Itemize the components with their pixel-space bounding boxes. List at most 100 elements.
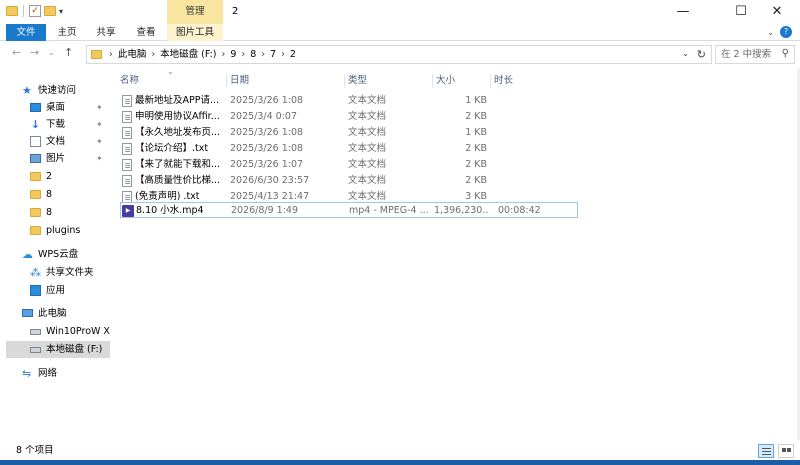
file-type: 文本文档	[348, 159, 387, 170]
column-divider[interactable]	[490, 74, 491, 88]
details-view-button[interactable]	[758, 444, 774, 458]
breadcrumb-2[interactable]: 2	[287, 46, 299, 63]
drive-icon	[30, 347, 41, 353]
breadcrumb-9[interactable]: 9	[227, 46, 239, 63]
tab-picture-tools[interactable]: 图片工具	[167, 24, 223, 41]
file-date: 2025/3/26 1:08	[230, 143, 304, 154]
help-icon[interactable]: ?	[780, 26, 792, 38]
sidebar-item-local-disk-f[interactable]: 本地磁盘 (F:)	[6, 341, 110, 358]
search-box[interactable]: 在 2 中搜索 ⚲	[715, 45, 795, 64]
column-divider[interactable]	[226, 74, 227, 88]
share-icon: ⁂	[30, 266, 41, 279]
file-row[interactable]: 【来了就能下载和... 2025/3/26 1:07 文本文档 2 KB	[120, 157, 578, 173]
tab-view[interactable]: 查看	[128, 24, 164, 41]
sidebar-item-documents[interactable]: 文档 ✦	[6, 133, 110, 150]
file-size: 2 KB	[465, 111, 487, 122]
sidebar-item-label: WPS云盘	[38, 249, 79, 260]
star-icon: ★	[22, 84, 32, 97]
file-row[interactable]: 【高质量性价比梯... 2026/6/30 23:57 文本文档 2 KB	[120, 173, 578, 189]
file-row[interactable]: 【永久地址发布页... 2025/3/26 1:08 文本文档 1 KB	[120, 125, 578, 141]
breadcrumb-separator-icon[interactable]: ›	[239, 46, 247, 63]
column-divider[interactable]	[344, 74, 345, 88]
sidebar-item-shared-folder[interactable]: ⁂ 共享文件夹	[6, 264, 110, 281]
sidebar-item-this-pc[interactable]: 此电脑	[6, 305, 110, 322]
breadcrumb-separator-icon[interactable]: ›	[107, 46, 115, 63]
sidebar-item-label: 应用	[46, 285, 66, 296]
download-icon: ↓	[30, 118, 41, 131]
file-list: ⌄ 名称 日期 类型 大小 时长 最新地址及APP请... 2025/3/26 …	[110, 67, 800, 440]
file-name: 申明使用协议Affir...	[135, 111, 220, 122]
breadcrumb-separator-icon[interactable]: ›	[149, 46, 157, 63]
minimize-button[interactable]: —	[660, 0, 706, 24]
file-type: 文本文档	[348, 95, 387, 106]
breadcrumb-drive-f[interactable]: 本地磁盘 (F:)	[157, 46, 219, 63]
sidebar-item-label: 网络	[38, 368, 58, 379]
file-date: 2025/3/26 1:07	[230, 159, 304, 170]
file-size: 2 KB	[465, 143, 487, 154]
file-row[interactable]: 【论坛介绍】.txt 2025/3/26 1:08 文本文档 2 KB	[120, 141, 578, 157]
sidebar-item-desktop[interactable]: 桌面 ✦	[6, 99, 110, 116]
folder-icon[interactable]	[6, 6, 18, 16]
file-row[interactable]: 申明使用协议Affir... 2025/3/4 0:07 文本文档 2 KB	[120, 109, 578, 125]
file-name: 8.10 小水.mp4	[136, 205, 204, 216]
expand-ribbon-icon[interactable]: ⌄	[767, 28, 774, 37]
breadcrumb-this-pc[interactable]: 此电脑	[115, 46, 150, 63]
back-button[interactable]: ←	[12, 46, 21, 59]
sidebar-item-wps-cloud[interactable]: ☁ WPS云盘	[6, 246, 110, 263]
breadcrumb-7[interactable]: 7	[267, 46, 279, 63]
sidebar-item-downloads[interactable]: ↓ 下载 ✦	[6, 116, 110, 133]
quick-access-toolbar: ✓ ▾	[6, 5, 63, 17]
sidebar-item-win10-drive[interactable]: Win10ProW X	[6, 323, 110, 340]
new-folder-icon[interactable]	[44, 6, 56, 16]
search-icon[interactable]: ⚲	[782, 48, 789, 59]
file-size: 1 KB	[465, 95, 487, 106]
forward-button[interactable]: →	[30, 46, 39, 59]
breadcrumb-separator-icon[interactable]: ›	[279, 46, 287, 63]
file-size: 2 KB	[465, 175, 487, 186]
file-row-selected[interactable]: ▶ 8.10 小水.mp4 2026/8/9 1:49 mp4 - MPEG-4…	[120, 202, 578, 218]
sidebar-item-apps[interactable]: 应用	[6, 282, 110, 299]
pin-icon: ✦	[96, 120, 103, 129]
tab-file[interactable]: 文件	[6, 24, 46, 41]
column-divider[interactable]	[432, 74, 433, 88]
address-history-dropdown-icon[interactable]: ⌄	[682, 49, 689, 58]
column-header-date[interactable]: 日期	[230, 72, 249, 90]
sidebar-item-quick-access[interactable]: ★ 快速访问	[6, 82, 110, 99]
sidebar-item-plugins[interactable]: plugins	[6, 222, 110, 239]
properties-icon[interactable]: ✓	[29, 5, 41, 17]
breadcrumb-separator-icon[interactable]: ›	[259, 46, 267, 63]
window-title: 2	[232, 6, 239, 17]
large-icons-view-button[interactable]	[778, 444, 794, 458]
sidebar-item-folder-2[interactable]: 2	[6, 168, 110, 185]
close-button[interactable]: ✕	[754, 0, 800, 24]
column-header-duration[interactable]: 时长	[494, 72, 513, 90]
sidebar-item-label: plugins	[46, 225, 81, 236]
sidebar-item-folder-8[interactable]: 8	[6, 204, 110, 221]
column-header-type[interactable]: 类型	[348, 72, 367, 90]
file-type: 文本文档	[348, 175, 387, 186]
breadcrumb-8[interactable]: 8	[247, 46, 259, 63]
folder-icon	[30, 172, 41, 181]
tab-home[interactable]: 主页	[50, 24, 84, 41]
address-bar[interactable]: › 此电脑 › 本地磁盘 (F:) › 9 › 8 › 7 › 2 ⌄ ↻	[86, 45, 712, 64]
file-row[interactable]: 最新地址及APP请... 2025/3/26 1:08 文本文档 1 KB	[120, 93, 578, 109]
file-type: 文本文档	[348, 143, 387, 154]
recent-locations-dropdown[interactable]: ⌄	[48, 48, 55, 57]
tab-share[interactable]: 共享	[88, 24, 124, 41]
customize-toolbar-dropdown-icon[interactable]: ▾	[59, 7, 63, 16]
sidebar-item-network[interactable]: ⇋ 网络	[6, 365, 110, 382]
sidebar-item-label: 下载	[46, 119, 66, 130]
context-tab-manage[interactable]: 管理	[167, 0, 223, 24]
sidebar-item-folder-8[interactable]: 8	[6, 186, 110, 203]
sidebar-item-label: 桌面	[46, 102, 66, 113]
up-button[interactable]: ↑	[64, 46, 73, 59]
column-header-size[interactable]: 大小	[436, 72, 455, 90]
breadcrumb-separator-icon[interactable]: ›	[220, 46, 228, 63]
refresh-icon[interactable]: ↻	[697, 48, 706, 61]
folder-icon	[30, 226, 41, 235]
sidebar-item-label: 8	[46, 189, 53, 200]
column-header-name[interactable]: 名称	[120, 72, 139, 90]
sidebar-item-pictures[interactable]: 图片 ✦	[6, 150, 110, 167]
item-count: 8 个项目	[16, 445, 54, 456]
search-placeholder[interactable]: 在 2 中搜索	[721, 46, 771, 63]
